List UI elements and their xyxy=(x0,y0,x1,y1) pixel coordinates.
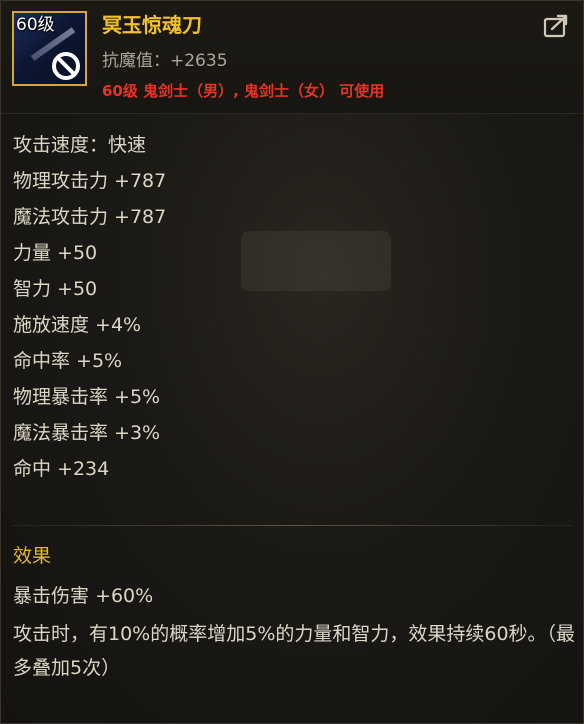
stat-magic-attack: 魔法攻击力 +787 xyxy=(13,206,167,228)
stat-physical-crit: 物理暴击率 +5% xyxy=(13,386,161,408)
stat-magic-crit: 魔法暴击率 +3% xyxy=(13,422,161,444)
no-sign-icon xyxy=(52,52,80,80)
resist-label: 抗魔值 xyxy=(102,51,153,71)
stat-cast-speed: 施放速度 +4% xyxy=(13,314,142,336)
section-divider xyxy=(11,525,573,526)
stat-list: 攻击速度：快速 物理攻击力 +787 魔法攻击力 +787 力量 +50 智力 … xyxy=(13,127,573,487)
resist-value: +2635 xyxy=(170,51,228,71)
stat-attack-speed: 攻击速度：快速 xyxy=(13,134,147,156)
stat-hit-rate: 命中率 +5% xyxy=(13,350,123,372)
stat-strength: 力量 +50 xyxy=(13,242,98,264)
effect-proc-description: 攻击时，有10%的概率增加5%的力量和智力，效果持续60秒。（最多叠加5次） xyxy=(13,623,576,679)
tooltip-header: 60级 冥玉惊魂刀 抗魔值：+2635 60级 鬼剑士（男）, 鬼剑士（女） 可… xyxy=(1,1,583,114)
effect-crit-damage: 暴击伤害 +60% xyxy=(13,585,154,607)
item-icon: 60级 xyxy=(12,11,87,86)
resist-colon: ： xyxy=(153,51,170,71)
resist-line: 抗魔值：+2635 xyxy=(102,49,228,73)
stat-physical-attack: 物理攻击力 +787 xyxy=(13,170,167,192)
item-tooltip: 60级 冥玉惊魂刀 抗魔值：+2635 60级 鬼剑士（男）, 鬼剑士（女） 可… xyxy=(0,0,584,724)
stat-intelligence: 智力 +50 xyxy=(13,278,98,300)
item-level-tag: 60级 xyxy=(16,15,55,35)
stat-accuracy: 命中 +234 xyxy=(13,458,110,480)
share-icon[interactable] xyxy=(542,13,570,39)
item-name: 冥玉惊魂刀 xyxy=(102,13,202,37)
effect-title: 效果 xyxy=(13,545,52,567)
class-restriction: 60级 鬼剑士（男）, 鬼剑士（女） 可使用 xyxy=(102,82,385,100)
